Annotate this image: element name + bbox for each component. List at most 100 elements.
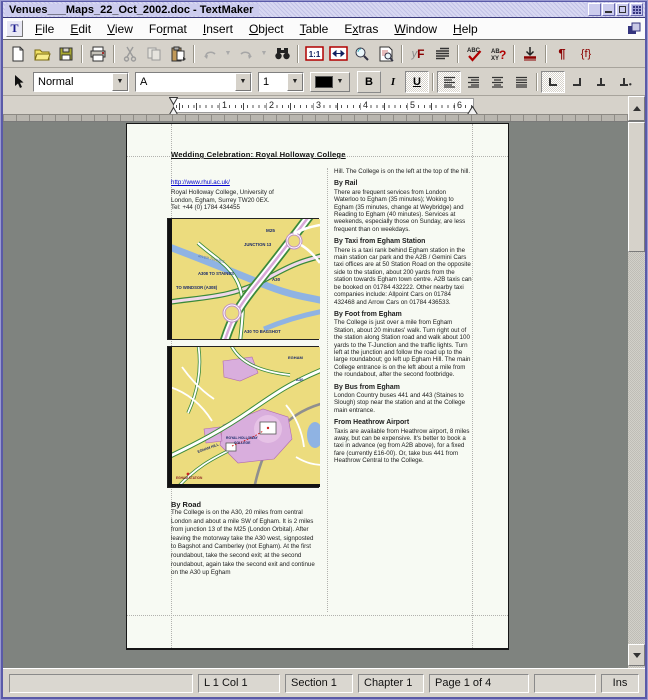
paragraph-lines-icon bbox=[435, 47, 450, 60]
svg-text:JUNCTION 13: JUNCTION 13 bbox=[244, 242, 272, 247]
close-button[interactable] bbox=[630, 3, 643, 16]
redo-dropdown[interactable]: ▼ bbox=[258, 43, 270, 65]
save-floppy-icon bbox=[58, 46, 74, 62]
menu-format[interactable]: Format bbox=[141, 20, 195, 38]
paragraph-style-combo[interactable]: Normal ▼ bbox=[33, 72, 129, 92]
page-indicator[interactable]: Page 1 of 4 bbox=[429, 674, 529, 693]
title-bar[interactable]: Venues___Maps_22_Oct_2002.doc - TextMake… bbox=[3, 2, 645, 18]
menu-table[interactable]: Table bbox=[292, 20, 337, 38]
maximize-button[interactable] bbox=[616, 3, 629, 16]
copy-button[interactable] bbox=[142, 43, 166, 65]
menu-object[interactable]: Object bbox=[241, 20, 292, 38]
menu-file[interactable]: File bbox=[27, 20, 62, 38]
window-title: Venues___Maps_22_Oct_2002.doc - TextMake… bbox=[5, 4, 259, 16]
tab-decimal-button[interactable] bbox=[613, 71, 637, 93]
underline-button[interactable]: U bbox=[405, 71, 429, 93]
tab-right-button[interactable] bbox=[565, 71, 589, 93]
chapter-indicator[interactable]: Chapter 1 bbox=[358, 674, 424, 693]
document-page[interactable]: Wedding Celebration: Royal Holloway Coll… bbox=[126, 123, 509, 650]
by-taxi-heading: By Taxi from Egham Station bbox=[334, 238, 472, 245]
thesaurus-button[interactable]: ABXY? bbox=[486, 43, 510, 65]
scrollbar-thumb[interactable] bbox=[628, 122, 645, 252]
ruler[interactable]: 1 2 3 4 5 6 bbox=[3, 96, 645, 122]
open-folder-icon bbox=[34, 46, 51, 62]
magnifier-icon bbox=[354, 46, 370, 62]
field-functions-button[interactable]: {f} bbox=[574, 43, 598, 65]
document-system-menu-button[interactable]: T bbox=[6, 20, 23, 37]
indent-marker-left[interactable] bbox=[169, 97, 178, 115]
chevron-down-icon[interactable]: ▼ bbox=[335, 73, 345, 91]
zoom-100-button[interactable]: 1:1 bbox=[302, 43, 326, 65]
paragraph-format-button[interactable] bbox=[430, 43, 454, 65]
object-mode-button[interactable] bbox=[6, 71, 30, 93]
undo-button[interactable] bbox=[198, 43, 222, 65]
align-center-button[interactable] bbox=[485, 71, 509, 93]
undo-dropdown[interactable]: ▼ bbox=[222, 43, 234, 65]
restore-document-icon[interactable] bbox=[627, 22, 641, 36]
menu-help[interactable]: Help bbox=[445, 20, 486, 38]
ruler-scale[interactable]: 1 2 3 4 5 6 bbox=[173, 98, 474, 113]
print-preview-button[interactable] bbox=[374, 43, 398, 65]
cut-button[interactable] bbox=[118, 43, 142, 65]
line-col-indicator[interactable]: L 1 Col 1 bbox=[198, 674, 280, 693]
cut-scissors-icon bbox=[123, 46, 137, 62]
paste-button[interactable] bbox=[166, 43, 190, 65]
align-right-icon bbox=[467, 76, 480, 88]
new-document-button[interactable] bbox=[6, 43, 30, 65]
campus-map-image[interactable]: EGHAM A30 ROYAL HOLLOWAY COLLEGE EGHAM H… bbox=[167, 346, 319, 488]
font-size-combo[interactable]: 1 ▼ bbox=[258, 72, 304, 92]
save-button[interactable] bbox=[54, 43, 78, 65]
svg-text:EGHAM STATION: EGHAM STATION bbox=[176, 476, 203, 480]
window-controls bbox=[585, 3, 643, 16]
fit-width-icon bbox=[329, 46, 348, 61]
font-combo[interactable]: A ▼ bbox=[135, 72, 252, 92]
align-left-icon bbox=[443, 76, 456, 88]
chevron-down-icon[interactable]: ▼ bbox=[235, 73, 251, 91]
scroll-down-button[interactable] bbox=[628, 644, 645, 666]
italic-button[interactable]: I bbox=[381, 71, 405, 93]
font-color-picker[interactable]: ▼ bbox=[310, 72, 350, 92]
textmaker-window: Venues___Maps_22_Oct_2002.doc - TextMake… bbox=[0, 0, 648, 700]
shade-button[interactable] bbox=[588, 3, 601, 16]
scroll-up-button[interactable] bbox=[628, 96, 645, 121]
chevron-down-icon: ▼ bbox=[225, 50, 232, 57]
menu-insert[interactable]: Insert bbox=[195, 20, 241, 38]
minimize-button[interactable] bbox=[602, 3, 615, 16]
rhul-link[interactable]: http://www.rhul.ac.uk/ bbox=[171, 179, 319, 186]
zoom-button[interactable] bbox=[350, 43, 374, 65]
insert-mode-indicator[interactable]: Ins bbox=[601, 674, 639, 693]
left-column: http://www.rhul.ac.uk/ Royal Holloway Co… bbox=[171, 179, 319, 579]
bold-button[interactable]: B bbox=[357, 71, 381, 93]
redo-button[interactable] bbox=[234, 43, 258, 65]
thesaurus-icon: ABXY? bbox=[490, 46, 507, 62]
find-button[interactable] bbox=[270, 43, 294, 65]
by-foot-paragraph: The College is just over a mile from Egh… bbox=[334, 319, 472, 378]
menu-view[interactable]: View bbox=[99, 20, 141, 38]
align-right-button[interactable] bbox=[461, 71, 485, 93]
align-left-button[interactable] bbox=[437, 71, 461, 93]
fit-width-button[interactable] bbox=[326, 43, 350, 65]
chevron-down-icon[interactable]: ▼ bbox=[287, 73, 303, 91]
go-to-end-button[interactable] bbox=[518, 43, 542, 65]
tab-center-button[interactable] bbox=[589, 71, 613, 93]
vertical-scrollbar[interactable] bbox=[628, 122, 645, 668]
open-button[interactable] bbox=[30, 43, 54, 65]
toolbar-separator bbox=[432, 73, 434, 91]
printer-icon bbox=[89, 46, 107, 62]
print-button[interactable] bbox=[86, 43, 110, 65]
section-indicator[interactable]: Section 1 bbox=[285, 674, 353, 693]
menu-extras[interactable]: Extras bbox=[336, 20, 386, 38]
motorway-map-image[interactable]: M25 JUNCTION 13 A308 TO STAINES TO WINDS… bbox=[167, 218, 319, 340]
tab-left-button[interactable] bbox=[541, 71, 565, 93]
spell-check-button[interactable]: ABC bbox=[462, 43, 486, 65]
menu-window[interactable]: Window bbox=[386, 20, 445, 38]
menu-edit[interactable]: Edit bbox=[62, 20, 99, 38]
document-workspace[interactable]: Wedding Celebration: Royal Holloway Coll… bbox=[3, 122, 645, 668]
formatting-marks-button[interactable]: ¶ bbox=[550, 43, 574, 65]
svg-text:?: ? bbox=[499, 48, 506, 62]
justify-button[interactable] bbox=[509, 71, 533, 93]
chevron-down-icon[interactable]: ▼ bbox=[112, 73, 128, 91]
tab-right-icon bbox=[570, 75, 584, 88]
character-format-button[interactable]: yF bbox=[406, 43, 430, 65]
status-empty-panel bbox=[534, 674, 596, 693]
